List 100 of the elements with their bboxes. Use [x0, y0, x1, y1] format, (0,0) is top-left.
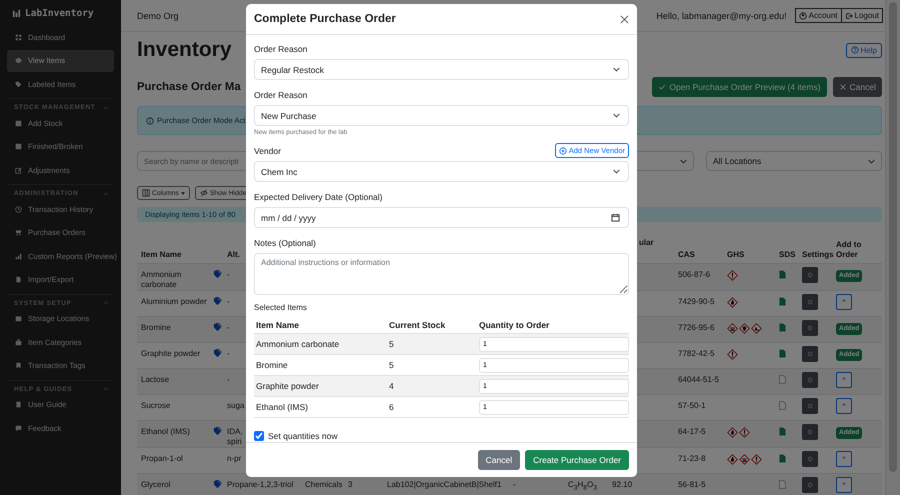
calendar-icon[interactable]: [611, 213, 620, 222]
select-field[interactable]: New Purchase: [254, 105, 629, 126]
caret-icon: [180, 192, 185, 194]
settings-button[interactable]: [802, 398, 818, 414]
field-label: Order Reason: [254, 44, 308, 54]
chevron-down-icon: [613, 169, 620, 174]
settings-icon: [806, 402, 814, 410]
cancel-button[interactable]: Cancel: [478, 450, 520, 470]
open-preview-button[interactable]: Open Purchase Order Preview (4 items): [652, 77, 827, 97]
settings-icon: [806, 271, 814, 279]
clock-icon: [15, 206, 22, 212]
field-label: Notes (Optional): [254, 238, 316, 248]
collapse-caret-icon[interactable]: [103, 192, 109, 196]
column-header: SDS: [779, 250, 796, 259]
document-outline-icon[interactable]: [779, 401, 786, 410]
table-cell: Propane-1,2,3-triol: [227, 480, 294, 489]
collapse-caret-icon[interactable]: [103, 387, 109, 391]
section-title: Purchase Order Ma: [137, 81, 241, 93]
chevron-down-icon: [680, 158, 687, 164]
eye-slash-icon: [200, 189, 208, 197]
document-outline-icon[interactable]: [779, 375, 786, 384]
table-cell: 64-17-5: [678, 427, 706, 436]
select-field[interactable]: Chem Inc: [254, 161, 629, 182]
bar-chart-icon: [15, 252, 22, 260]
settings-icon: [806, 350, 814, 358]
field-label: Vendor: [254, 146, 281, 156]
document-icon[interactable]: [779, 297, 786, 306]
settings-button[interactable]: [802, 451, 818, 467]
table-cell-text: 6: [388, 402, 395, 412]
settings-button[interactable]: [802, 424, 818, 440]
settings-icon: [806, 376, 814, 384]
settings-icon: [806, 324, 814, 332]
collapse-caret-icon[interactable]: [103, 106, 109, 110]
selected-items-label: Selected Items: [254, 303, 308, 312]
checkbox-label: Set quantities now: [268, 431, 338, 441]
chevron-down-icon: [613, 113, 620, 118]
cart-icon: [15, 229, 22, 236]
column-header: Item Name: [255, 320, 300, 330]
table-cell: Bromine: [141, 323, 171, 332]
select-field[interactable]: Regular Restock: [254, 59, 629, 80]
table-cell: IDA, spiri: [227, 427, 243, 446]
document-icon[interactable]: [779, 427, 786, 436]
question-circle-icon: [850, 46, 859, 54]
table-cell: 64044-51-5: [678, 375, 719, 384]
settings-button[interactable]: [802, 346, 818, 362]
table-cell: Graphite powder: [141, 349, 200, 358]
help-button[interactable]: Help: [846, 42, 882, 58]
chevron-down-icon: [613, 67, 620, 72]
settings-button[interactable]: [802, 294, 818, 310]
app-logo[interactable]: LabInventory: [0, 4, 121, 26]
chat-icon: [15, 424, 22, 432]
table-cell: -: [227, 375, 230, 384]
document-icon[interactable]: [779, 454, 786, 463]
date-field[interactable]: mm / dd / yyyy: [254, 207, 629, 228]
create-order-button[interactable]: Create Purchase Order: [525, 450, 629, 470]
document-icon[interactable]: [779, 270, 786, 279]
table-cell-text: 4: [388, 381, 395, 391]
cancel-button[interactable]: Cancel: [832, 77, 882, 97]
column-header: Alt.: [227, 250, 240, 259]
settings-button[interactable]: [802, 320, 818, 336]
table-cell: Chemicals: [305, 480, 342, 489]
notes-field[interactable]: Additional instructions or information: [254, 253, 629, 295]
document-icon[interactable]: [779, 349, 786, 358]
page-title: Inventory: [137, 38, 232, 62]
organization-name: Demo Org: [137, 10, 179, 20]
document-outline-icon[interactable]: [779, 480, 786, 489]
pencil-square-icon: [15, 166, 22, 174]
scrollbar[interactable]: [885, 0, 900, 495]
account-button[interactable]: Account: [794, 8, 842, 23]
table-cell: Propan-1-ol: [141, 454, 183, 463]
info-icon: [146, 116, 154, 124]
table-cell: Glycerol: [141, 480, 170, 489]
settings-button[interactable]: [802, 267, 818, 283]
collapse-caret-icon[interactable]: [103, 301, 109, 305]
check-icon: [658, 83, 666, 91]
field-label: Order Reason: [254, 90, 308, 100]
settings-button[interactable]: [802, 372, 818, 388]
table-cell: 7782-42-5: [678, 349, 714, 358]
column-header: CAS: [678, 250, 695, 259]
cube-icon: [15, 57, 22, 64]
document-icon[interactable]: [779, 323, 786, 332]
chevron-down-icon: [868, 158, 875, 164]
settings-icon: [806, 481, 814, 489]
table-cell-text: Ethanol (IMS): [255, 402, 309, 412]
close-icon[interactable]: [620, 14, 629, 24]
table-cell: Ammonium carbonate: [141, 270, 182, 289]
table-cell: Lab102|OrganicCabinetB|Shelf1: [387, 480, 502, 489]
table-cell-text: 5: [388, 360, 395, 370]
briefcase-icon: [15, 338, 22, 346]
table-cell: Sucrose: [141, 401, 170, 410]
table-cell: 56-81-5: [678, 480, 706, 489]
logout-button[interactable]: Logout: [842, 8, 883, 23]
settings-button[interactable]: [802, 477, 818, 493]
column-header: GHS: [727, 250, 744, 259]
column-header: Current Stock: [388, 320, 446, 330]
table-cell: 71-23-8: [678, 454, 706, 463]
column-header: Add to Order: [836, 240, 862, 259]
checkbox[interactable]: [254, 431, 264, 441]
table-cell-text: 5: [388, 339, 395, 349]
location-select[interactable]: All Locations: [706, 151, 882, 171]
